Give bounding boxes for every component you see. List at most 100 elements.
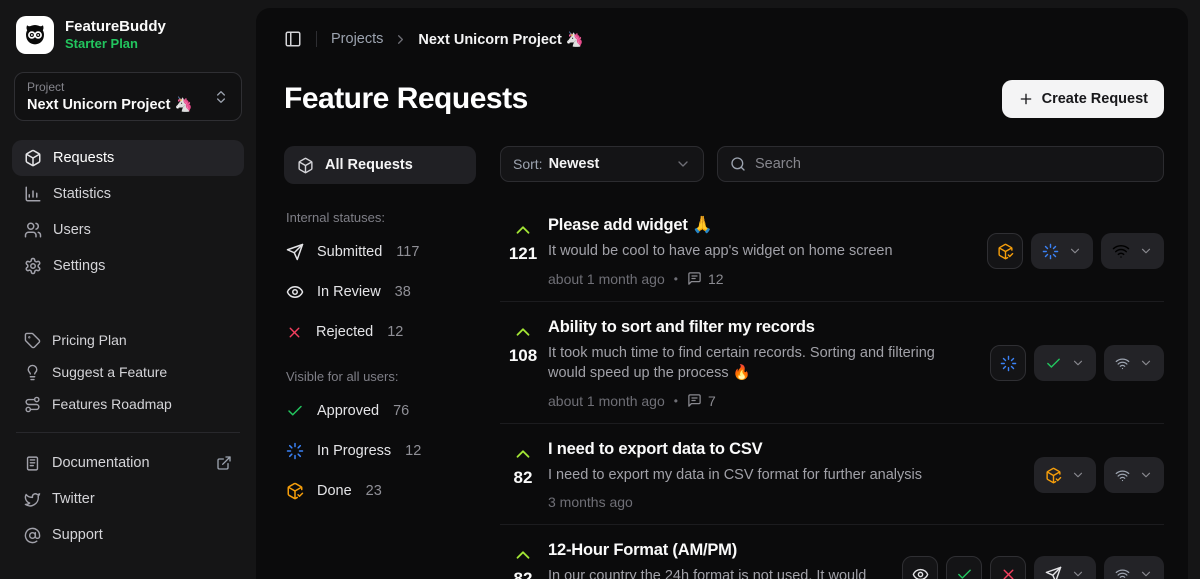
sidebar-item-pricing-plan[interactable]: Pricing Plan <box>12 324 244 356</box>
visibility-dropdown[interactable] <box>1104 556 1164 579</box>
breadcrumb-current[interactable]: Next Unicorn Project 🦄 <box>418 31 584 48</box>
brand-name: FeatureBuddy <box>65 18 166 36</box>
upvote-button[interactable]: 121 <box>500 216 546 264</box>
status-in-progress-button[interactable] <box>990 345 1026 381</box>
loader-icon <box>286 442 304 460</box>
sidebar-item-features-roadmap[interactable]: Features Roadmap <box>12 388 244 420</box>
filter-count: 38 <box>395 284 411 300</box>
status-in-progress-dropdown[interactable] <box>1031 233 1093 269</box>
eye-icon <box>286 283 304 301</box>
filter-all-requests[interactable]: All Requests <box>284 146 476 184</box>
tag-icon <box>24 332 41 349</box>
filter-approved[interactable]: Approved 76 <box>284 398 476 424</box>
chevron-down-icon <box>1071 356 1085 370</box>
status-in-review-button[interactable] <box>902 556 938 579</box>
sidebar-item-suggest-feature[interactable]: Suggest a Feature <box>12 356 244 388</box>
sidebar-item-label: Requests <box>53 150 114 166</box>
panel-left-icon[interactable] <box>284 30 302 48</box>
request-row: 82 I need to export data to CSV I need t… <box>500 424 1164 526</box>
vote-count: 121 <box>509 244 537 264</box>
sidebar-item-settings[interactable]: Settings <box>12 248 244 284</box>
filter-count: 12 <box>387 324 403 340</box>
breadcrumb-projects[interactable]: Projects <box>331 31 383 47</box>
chevron-down-icon <box>1139 356 1153 370</box>
sort-select[interactable]: Sort: Newest <box>500 146 704 182</box>
sidebar-item-documentation[interactable]: Documentation <box>12 445 244 481</box>
chevron-up-icon <box>512 219 534 241</box>
request-title[interactable]: Ability to sort and filter my records <box>548 318 974 337</box>
status-done-button[interactable] <box>987 233 1023 269</box>
document-icon <box>24 455 41 472</box>
sidebar-item-label: Pricing Plan <box>52 332 127 348</box>
sidebar-footer-nav: Documentation Twitter Support <box>12 445 244 553</box>
visibility-dropdown[interactable] <box>1104 457 1164 493</box>
chevron-up-icon <box>512 443 534 465</box>
filter-in-progress[interactable]: In Progress 12 <box>284 438 476 464</box>
sidebar-item-requests[interactable]: Requests <box>12 140 244 176</box>
gear-icon <box>24 257 42 275</box>
request-title[interactable]: I need to export data to CSV <box>548 440 1018 459</box>
sidebar-item-label: Documentation <box>52 455 150 471</box>
filter-label: Done <box>317 483 352 499</box>
page-title: Feature Requests <box>284 82 528 116</box>
request-time: about 1 month ago <box>548 393 665 409</box>
search-box <box>717 146 1164 182</box>
external-link-icon <box>216 455 232 471</box>
package-check-icon <box>1045 467 1062 484</box>
comment-count-value: 7 <box>708 393 716 409</box>
sidebar-item-twitter[interactable]: Twitter <box>12 481 244 517</box>
requests-list-panel: Sort: Newest <box>500 146 1164 579</box>
chevron-down-icon <box>1071 567 1085 579</box>
create-request-button[interactable]: Create Request <box>1002 80 1164 118</box>
status-approve-button[interactable] <box>946 556 982 579</box>
sidebar-secondary-nav: Pricing Plan Suggest a Feature Features … <box>12 324 244 420</box>
main-panel: Projects Next Unicorn Project 🦄 Feature … <box>256 8 1188 579</box>
request-actions <box>902 556 1164 579</box>
filters-panel: All Requests Internal statuses: Submitte… <box>284 146 476 579</box>
send-icon <box>1045 566 1062 579</box>
filter-count: 23 <box>366 483 382 499</box>
filter-rejected[interactable]: Rejected 12 <box>284 319 476 345</box>
check-icon <box>956 566 973 579</box>
project-selector[interactable]: Project Next Unicorn Project 🦄 <box>14 72 242 121</box>
sidebar-item-support[interactable]: Support <box>12 517 244 553</box>
status-done-dropdown[interactable] <box>1034 457 1096 493</box>
filter-done[interactable]: Done 23 <box>284 478 476 504</box>
chevron-down-icon <box>1139 244 1153 258</box>
status-reject-button[interactable] <box>990 556 1026 579</box>
package-check-icon <box>997 243 1014 260</box>
filter-label: In Review <box>317 284 381 300</box>
comments-count: 12 <box>687 271 724 287</box>
package-check-icon <box>286 482 304 500</box>
page-header: Feature Requests Create Request <box>284 80 1164 118</box>
visibility-dropdown[interactable] <box>1101 233 1164 269</box>
upvote-button[interactable]: 82 <box>500 440 546 488</box>
filter-submitted[interactable]: Submitted 117 <box>284 239 476 265</box>
status-submitted-dropdown[interactable] <box>1034 556 1096 579</box>
filter-label: Submitted <box>317 244 382 260</box>
sidebar-item-users[interactable]: Users <box>12 212 244 248</box>
wifi-icon <box>1112 242 1130 260</box>
comment-count-value: 12 <box>708 271 724 287</box>
request-title[interactable]: 12-Hour Format (AM/PM) <box>548 541 886 560</box>
status-approved-dropdown[interactable] <box>1034 345 1096 381</box>
meta-dot: • <box>674 272 678 286</box>
app-logo <box>16 16 54 54</box>
eye-icon <box>912 566 929 579</box>
x-icon <box>286 324 303 341</box>
visibility-dropdown[interactable] <box>1104 345 1164 381</box>
request-actions <box>1034 457 1164 493</box>
sidebar-item-statistics[interactable]: Statistics <box>12 176 244 212</box>
search-input[interactable] <box>755 156 1151 172</box>
request-title[interactable]: Please add widget 🙏 <box>548 216 971 235</box>
sidebar-item-label: Twitter <box>52 491 95 507</box>
request-description: It would be cool to have app's widget on… <box>548 241 971 262</box>
lightbulb-icon <box>24 364 41 381</box>
upvote-button[interactable]: 108 <box>500 318 546 366</box>
filter-all-requests-label: All Requests <box>325 157 413 173</box>
sidebar-item-label: Suggest a Feature <box>52 364 167 380</box>
filter-in-review[interactable]: In Review 38 <box>284 279 476 305</box>
upvote-button[interactable]: 82 <box>500 541 546 579</box>
wifi-icon <box>1115 356 1130 371</box>
bar-chart-icon <box>24 185 42 203</box>
